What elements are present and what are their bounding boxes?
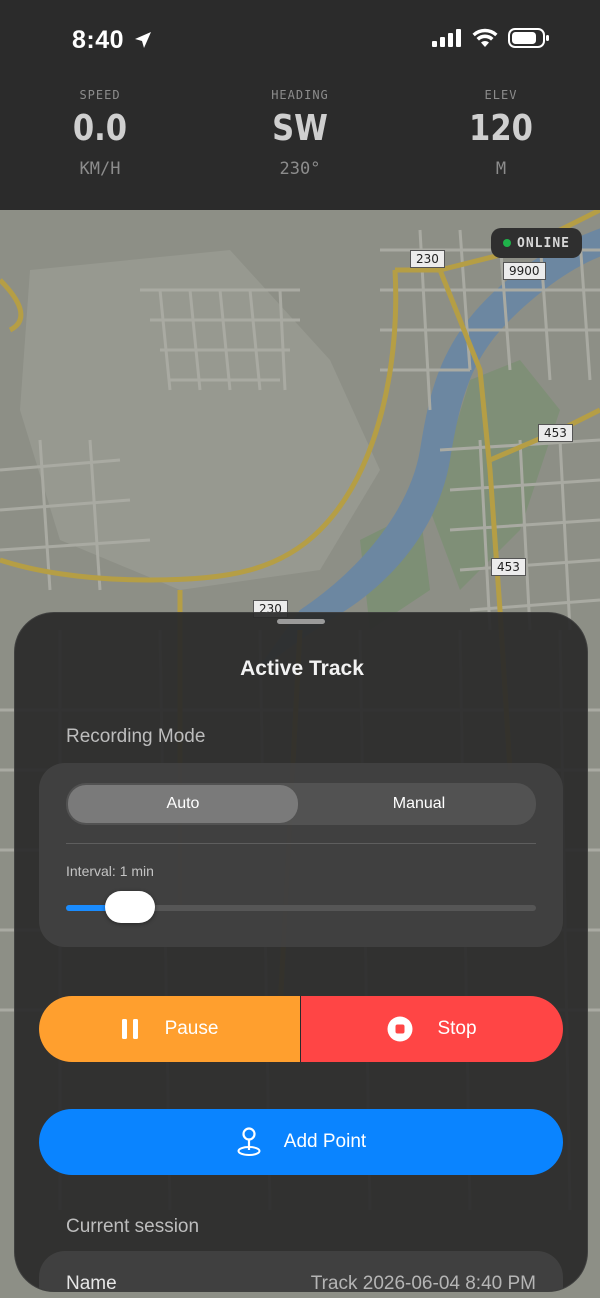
telemetry-header: SPEED 0.0 KM/H HEADING SW 230° ELEV 120 … (0, 80, 600, 210)
heading-readout: HEADING SW 230° (220, 88, 380, 179)
sheet-grabber[interactable] (277, 619, 325, 624)
heading-degrees: 230° (279, 159, 321, 179)
map-pin-icon (237, 1127, 261, 1156)
speed-unit: KM/H (79, 159, 121, 179)
elevation-value: 120 (469, 108, 533, 149)
segment-auto[interactable]: Auto (68, 785, 298, 823)
online-indicator-dot (503, 239, 512, 247)
battery-icon (508, 28, 549, 48)
status-icons (432, 28, 550, 48)
recording-mode-card: Auto Manual Interval: 1 min (39, 763, 563, 947)
status-time: 8:40 (72, 26, 125, 54)
elevation-readout: ELEV 120 M (421, 88, 581, 179)
recording-mode-segmented-control: Auto Manual (66, 783, 536, 825)
elevation-unit: M (495, 159, 507, 179)
session-name-value: Track 2026-06-04 8:40 PM (310, 1273, 536, 1292)
pause-icon (121, 1019, 138, 1039)
session-card: Name Track 2026-06-04 8:40 PM (39, 1251, 563, 1292)
status-bar: 8:40 (0, 0, 600, 80)
track-control-buttons: Pause Stop (39, 996, 563, 1062)
heading-value: SW (272, 108, 328, 149)
add-point-button[interactable]: Add Point (39, 1109, 563, 1175)
segment-manual[interactable]: Manual (304, 785, 534, 823)
interval-slider-thumb[interactable] (105, 891, 156, 923)
road-label: 453 (538, 424, 573, 442)
speed-readout: SPEED 0.0 KM/H (20, 88, 180, 179)
add-point-label: Add Point (283, 1131, 367, 1152)
speed-value: 0.0 (72, 108, 128, 149)
interval-label: Interval: 1 min (66, 863, 154, 879)
heading-label: HEADING (271, 88, 329, 102)
elevation-label: ELEV (484, 88, 518, 102)
speed-label: SPEED (79, 88, 121, 102)
stop-button-label: Stop (437, 1018, 477, 1039)
card-divider (66, 843, 536, 844)
road-label: 230 (410, 250, 445, 268)
pause-button[interactable]: Pause (39, 996, 301, 1062)
stop-button[interactable]: Stop (301, 996, 563, 1062)
cellular-signal-icon (432, 29, 461, 47)
current-session-label: Current session (66, 1216, 200, 1237)
recording-mode-label: Recording Mode (66, 726, 206, 747)
road-label: 9900 (503, 262, 546, 280)
active-track-sheet: Active Track Recording Mode Auto Manual … (14, 612, 588, 1292)
road-label: 453 (491, 558, 526, 576)
connection-status-badge: ONLINE (491, 228, 582, 258)
pause-button-label: Pause (164, 1018, 219, 1039)
connection-status-text: ONLINE (517, 235, 570, 251)
interval-slider-fill (66, 905, 109, 911)
sheet-title: Active Track (240, 657, 364, 680)
wifi-icon (472, 28, 498, 47)
location-arrow-icon (135, 32, 151, 48)
stop-icon (387, 1016, 413, 1042)
session-name-label: Name (66, 1273, 117, 1292)
